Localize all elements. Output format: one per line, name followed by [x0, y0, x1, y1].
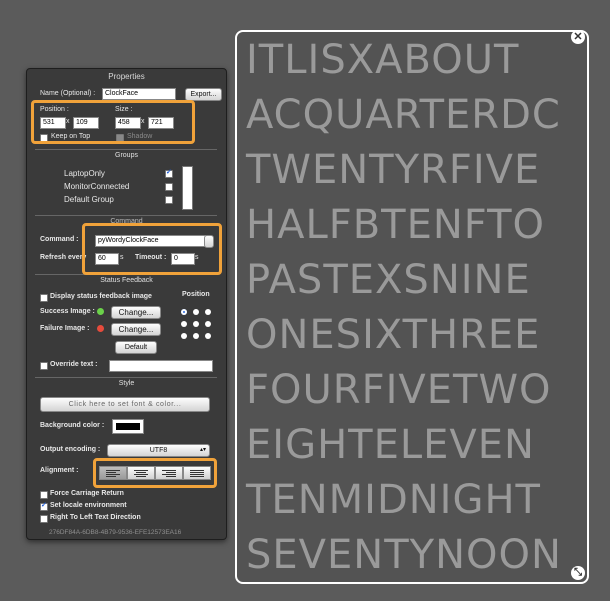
clock-row: TENMIDNIGHT — [246, 477, 541, 523]
style-title: Style — [118, 380, 135, 387]
force-cr-label: Force Carriage Return — [50, 490, 124, 497]
clock-row: ACQUARTERDC — [246, 92, 561, 138]
background-color-label: Background color : — [40, 422, 105, 429]
position-x-input[interactable]: 531 — [40, 117, 66, 129]
chevron-updown-icon: ▴▾ — [199, 447, 206, 453]
success-image-label: Success Image : — [40, 308, 95, 315]
failure-dot-icon — [97, 325, 104, 332]
background-color-swatch — [116, 423, 140, 430]
force-cr-checkbox[interactable] — [40, 491, 48, 499]
command-browse-button[interactable] — [204, 235, 214, 248]
resize-icon[interactable]: ⤡ — [571, 566, 585, 580]
default-button[interactable]: Default — [115, 341, 157, 354]
size-label: Size : — [115, 106, 133, 113]
position-radio-tc[interactable] — [193, 309, 199, 315]
failure-change-button[interactable]: Change... — [111, 323, 161, 336]
position-radio-ml[interactable] — [181, 321, 187, 327]
separator — [35, 149, 217, 150]
separator — [35, 215, 217, 216]
clock-row: SEVENTYNOON — [246, 532, 562, 578]
align-left-button[interactable] — [99, 466, 127, 480]
output-encoding-select[interactable]: UTF8 ▴▾ — [107, 444, 210, 457]
clock-row: ITLISXABOUT — [246, 37, 520, 83]
timeout-unit: s — [195, 254, 199, 261]
close-icon[interactable]: ✕ — [571, 30, 585, 44]
properties-panel: Properties Name (Optional) : ClockFace E… — [26, 68, 227, 540]
status-feedback-title: Status Feedback — [100, 277, 153, 284]
group-item-monitorconnected: MonitorConnected — [64, 182, 130, 191]
group-item-default: Default Group — [64, 195, 114, 204]
position-radio-mr[interactable] — [205, 321, 211, 327]
group-item-laptoponly: LaptopOnly — [64, 169, 105, 178]
clock-row: EIGHTELEVEN — [246, 422, 535, 468]
timeout-label: Timeout : — [135, 254, 167, 261]
position-radio-br[interactable] — [205, 333, 211, 339]
keep-on-top-label: Keep on Top — [51, 133, 91, 140]
widget-uuid: 276DF84A-6DB8-4B79-9536-EFE12573EA16 — [49, 529, 182, 536]
command-input[interactable]: pyWordyClockFace — [95, 235, 206, 247]
position-radio-bc[interactable] — [193, 333, 199, 339]
group-checkbox-laptoponly[interactable] — [165, 168, 173, 178]
alignment-label: Alignment : — [40, 467, 79, 474]
position-radio-tr[interactable] — [205, 309, 211, 315]
clock-row: ONESIXTHREE — [246, 312, 541, 358]
shadow-label: Shadow — [127, 133, 153, 140]
override-text-checkbox[interactable] — [40, 362, 48, 370]
set-locale-checkbox[interactable] — [40, 501, 48, 511]
shadow-checkbox[interactable] — [116, 134, 124, 142]
name-input[interactable]: ClockFace — [102, 88, 176, 100]
clock-row: FOURFIVETWO — [246, 367, 552, 413]
refresh-input[interactable]: 60 — [95, 253, 119, 265]
set-font-button[interactable]: Click here to set font & color... — [40, 397, 210, 412]
rtl-checkbox[interactable] — [40, 515, 48, 523]
output-encoding-label: Output encoding : — [40, 446, 101, 453]
success-dot-icon — [97, 308, 104, 315]
keep-on-top-checkbox[interactable] — [40, 134, 48, 142]
position-label: Position : — [40, 106, 69, 113]
encoding-value: UTF8 — [149, 447, 168, 454]
group-checkbox-default[interactable] — [165, 196, 173, 204]
timeout-input[interactable]: 0 — [171, 253, 195, 265]
name-label: Name (Optional) : — [40, 90, 96, 97]
align-center-button[interactable] — [127, 466, 155, 480]
panel-title: Properties — [108, 72, 145, 81]
separator — [35, 274, 217, 275]
export-button[interactable]: Export... — [185, 88, 222, 101]
failure-image-label: Failure Image : — [40, 325, 90, 332]
clock-row: PASTEXSNINE — [246, 257, 531, 303]
display-status-label: Display status feedback image — [50, 293, 152, 300]
position-radio-tl[interactable] — [181, 309, 187, 315]
clock-face-preview: ITLISXABOUT ACQUARTERDC TWENTYRFIVE HALF… — [235, 30, 589, 584]
command-title: Command — [110, 218, 143, 225]
refresh-unit: s — [120, 254, 124, 261]
position-radio-bl[interactable] — [181, 333, 187, 339]
clock-row: HALFBTENFTO — [246, 202, 546, 248]
refresh-label: Refresh every — [40, 254, 87, 261]
position-times: x — [66, 118, 70, 125]
clock-row: TWENTYRFIVE — [246, 147, 541, 193]
groups-scrollbar[interactable] — [182, 166, 193, 210]
separator — [35, 377, 217, 378]
background-color-well[interactable] — [112, 419, 144, 434]
size-height-input[interactable]: 721 — [148, 117, 174, 129]
set-locale-label: Set locale environment — [50, 502, 127, 509]
size-times: x — [141, 118, 145, 125]
position-y-input[interactable]: 109 — [73, 117, 99, 129]
override-text-label: Override text : — [50, 361, 98, 368]
success-change-button[interactable]: Change... — [111, 306, 161, 319]
override-text-input[interactable] — [109, 360, 213, 372]
align-right-button[interactable] — [155, 466, 183, 480]
rtl-label: Right To Left Text Direction — [50, 514, 141, 521]
groups-title: Groups — [115, 152, 138, 159]
position-grid-label: Position — [182, 291, 210, 298]
group-checkbox-monitorconnected[interactable] — [165, 183, 173, 191]
command-label: Command : — [40, 236, 79, 243]
display-status-checkbox[interactable] — [40, 294, 48, 302]
position-radio-mc[interactable] — [193, 321, 199, 327]
size-width-input[interactable]: 458 — [115, 117, 141, 129]
align-justify-button[interactable] — [183, 466, 211, 480]
